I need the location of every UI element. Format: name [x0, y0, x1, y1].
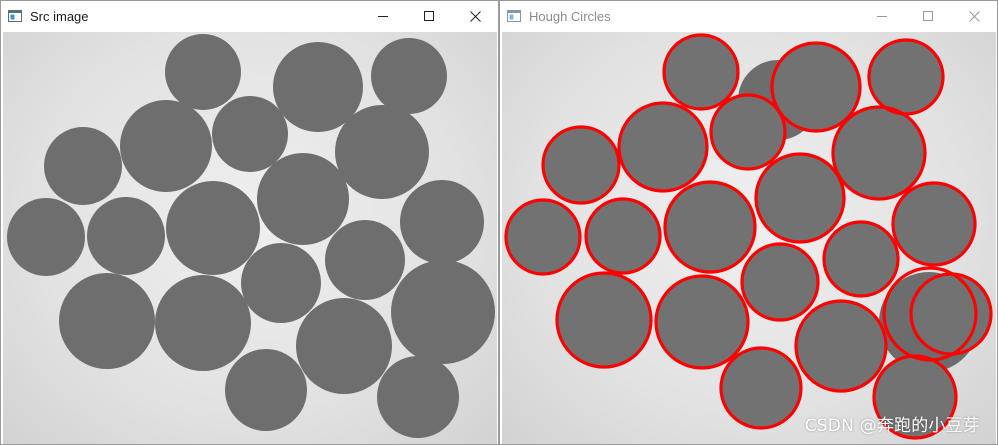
disk: [325, 220, 405, 300]
hough-image-canvas: CSDN @奔跑的小豆芽: [502, 32, 996, 444]
disk: [335, 105, 429, 199]
maximize-button[interactable]: [905, 1, 951, 31]
hough-titlebar[interactable]: Hough Circles: [500, 1, 997, 31]
disk: [241, 243, 321, 323]
disk: [296, 298, 392, 394]
disk: [212, 96, 288, 172]
src-image-window[interactable]: Src image: [0, 0, 499, 445]
disk: [120, 100, 212, 192]
disk: [377, 356, 459, 438]
maximize-icon: [923, 11, 933, 21]
csdn-watermark: CSDN @奔跑的小豆芽: [804, 416, 980, 436]
disk: [165, 34, 241, 110]
disk: [400, 180, 484, 264]
window-title: Hough Circles: [529, 8, 611, 24]
src-titlebar[interactable]: Src image: [1, 1, 498, 31]
minimize-button[interactable]: [859, 1, 905, 31]
minimize-icon: [378, 16, 388, 17]
disk: [7, 198, 85, 276]
close-button[interactable]: [452, 1, 498, 31]
src-image: [7, 34, 495, 438]
disk: [391, 260, 495, 364]
minimize-button[interactable]: [360, 1, 406, 31]
maximize-button[interactable]: [406, 1, 452, 31]
close-icon: [469, 10, 481, 22]
src-image-canvas: [3, 32, 497, 444]
window-title: Src image: [30, 8, 89, 24]
hough-image: [504, 33, 993, 440]
app-window-icon: [8, 10, 22, 22]
disk: [59, 273, 155, 369]
minimize-icon: [877, 16, 887, 17]
disk: [155, 275, 251, 371]
app-window-icon: [507, 10, 521, 22]
maximize-icon: [424, 11, 434, 21]
disk: [371, 38, 447, 114]
hough-circles-window[interactable]: Hough Circles CSDN @奔跑的小豆芽: [499, 0, 998, 445]
disk: [225, 349, 307, 431]
disk: [257, 153, 349, 245]
close-button[interactable]: [951, 1, 997, 31]
disk: [166, 181, 260, 275]
disk: [87, 197, 165, 275]
close-icon: [968, 10, 980, 22]
disk: [44, 127, 122, 205]
